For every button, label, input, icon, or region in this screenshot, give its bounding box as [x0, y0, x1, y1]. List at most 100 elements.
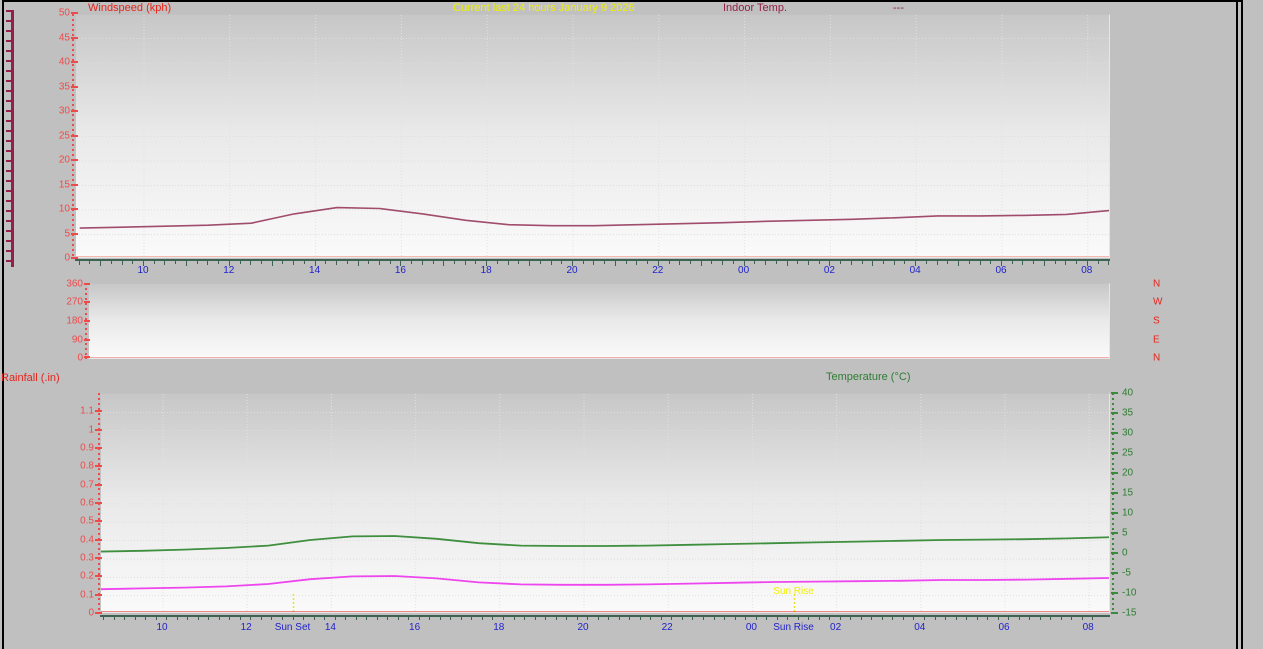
rainfall-x-tick: [387, 617, 388, 620]
rainfall-x-tick: [587, 617, 588, 620]
rainfall-x-tick-label: 10: [156, 622, 167, 633]
wind-direction-y-tick-label: 270: [66, 297, 83, 308]
rainfall-x-tick: [671, 617, 672, 620]
rainfall-x-tick-label: 16: [409, 622, 420, 633]
indoor-temp-scale: [11, 10, 14, 267]
windspeed-x-tick: [776, 261, 777, 264]
temperature-y-tick: [1111, 572, 1118, 574]
rainfall-y-tick: [95, 520, 102, 522]
windspeed-y-tick: [71, 12, 78, 14]
windspeed-x-tick-label: 02: [824, 265, 835, 276]
windspeed-x-tick: [1065, 261, 1066, 265]
wind-direction-y-tick-label: 360: [66, 279, 83, 290]
rainfall-x-tick: [682, 617, 683, 620]
windspeed-x-tick: [862, 261, 863, 264]
windspeed-x-tick: [969, 261, 970, 264]
windspeed-x-tick: [711, 261, 712, 264]
rainfall-x-tick: [1008, 617, 1009, 620]
rainfall-chart-title: Rainfall (.in): [1, 372, 60, 384]
windspeed-x-tick: [1033, 261, 1034, 264]
indoor-temp-value: ---: [893, 2, 904, 14]
windspeed-x-tick: [164, 261, 165, 265]
rainfall-x-tick: [156, 617, 157, 620]
rainfall-x-tick: [271, 617, 272, 620]
windspeed-x-tick-label: 12: [223, 265, 234, 276]
windspeed-x-tick-label: 10: [137, 265, 148, 276]
rainfall-x-tick: [229, 617, 230, 620]
rainfall-x-tick: [703, 617, 704, 620]
windspeed-x-tick: [561, 261, 562, 264]
rainfall-x-tick: [945, 617, 946, 620]
rainfall-x-tick: [787, 617, 788, 620]
windspeed-y-tick-label: 35: [59, 81, 70, 92]
rainfall-x-tick: [661, 617, 662, 620]
rainfall-x-tick-label: 04: [914, 622, 925, 633]
compass-label: N: [1153, 353, 1160, 364]
windspeed-x-tick: [282, 261, 283, 264]
rainfall-x-tick: [577, 617, 578, 620]
windspeed-x-tick-label: 08: [1081, 265, 1092, 276]
rainfall-y-tick-label: 0.2: [80, 571, 94, 582]
windspeed-x-tick: [304, 261, 305, 264]
rainfall-y-tick-label: 0.9: [80, 443, 94, 454]
windspeed-x-tick: [926, 261, 927, 264]
windspeed-x-tick: [690, 261, 691, 264]
compass-label: N: [1153, 279, 1160, 290]
windspeed-x-tick: [465, 261, 466, 265]
windspeed-x-tick: [626, 261, 627, 264]
temperature-y-tick: [1111, 392, 1118, 394]
temperature-y-axis-dots: [1112, 393, 1114, 613]
rainfall-x-tick: [135, 617, 136, 620]
rainfall-x-tick: [566, 617, 567, 620]
rainfall-x-tick: [114, 617, 115, 620]
windspeed-x-tick: [368, 261, 369, 264]
rainfall-x-tick: [1071, 617, 1072, 620]
rainfall-x-tick: [640, 617, 641, 620]
rainfall-x-tick: [145, 617, 146, 620]
rainfall-x-tick: [324, 617, 325, 620]
windspeed-x-tick: [647, 261, 648, 264]
windspeed-x-tick: [604, 261, 605, 264]
rainfall-x-tick: [482, 617, 483, 620]
rainfall-x-tick: [293, 617, 294, 620]
windspeed-x-tick: [819, 261, 820, 264]
temperature-y-tick-label: -15: [1122, 608, 1136, 619]
windspeed-x-tick: [679, 261, 680, 265]
rainfall-x-tick: [450, 617, 451, 620]
rainfall-x-tick-label: 22: [662, 622, 673, 633]
rainfall-x-tick: [208, 617, 209, 620]
compass-label: W: [1153, 297, 1162, 308]
windspeed-x-tick: [787, 261, 788, 266]
rainfall-x-tick: [735, 617, 736, 620]
rainfall-y-tick: [95, 465, 102, 467]
temperature-y-tick: [1111, 612, 1118, 614]
windspeed-x-tick: [89, 261, 90, 264]
rainfall-y-tick-label: 1.1: [80, 406, 94, 417]
rainfall-y-tick-label: 0: [88, 608, 94, 619]
windspeed-x-tick: [358, 261, 359, 266]
windspeed-x-tick: [336, 261, 337, 265]
windspeed-y-tick: [71, 37, 78, 39]
windspeed-x-tick-label: 00: [738, 265, 749, 276]
windspeed-x-tick: [100, 261, 101, 266]
windspeed-x-tick: [132, 261, 133, 264]
windspeed-x-tick: [947, 261, 948, 264]
windspeed-x-tick: [669, 261, 670, 264]
windspeed-y-tick-label: 30: [59, 106, 70, 117]
windspeed-x-tick-label: 06: [995, 265, 1006, 276]
windspeed-x-tick: [111, 261, 112, 264]
compass-label: E: [1153, 335, 1160, 346]
temperature-y-tick: [1111, 472, 1118, 474]
rainfall-x-tick: [829, 617, 830, 620]
window-border-right-inner: [1236, 0, 1238, 649]
windspeed-x-tick-label: 20: [566, 265, 577, 276]
temperature-y-tick-label: -10: [1122, 588, 1136, 599]
windspeed-x-tick: [583, 261, 584, 264]
rainfall-y-tick: [95, 502, 102, 504]
rainfall-x-tick: [419, 617, 420, 620]
wind-direction-y-tick: [84, 283, 90, 285]
windspeed-x-tick-label: 18: [481, 265, 492, 276]
weather-station-window: { "header": { "windspeed_title": "Windsp…: [0, 0, 1263, 649]
windspeed-x-tick: [529, 261, 530, 266]
rainfall-x-tick: [913, 617, 914, 620]
